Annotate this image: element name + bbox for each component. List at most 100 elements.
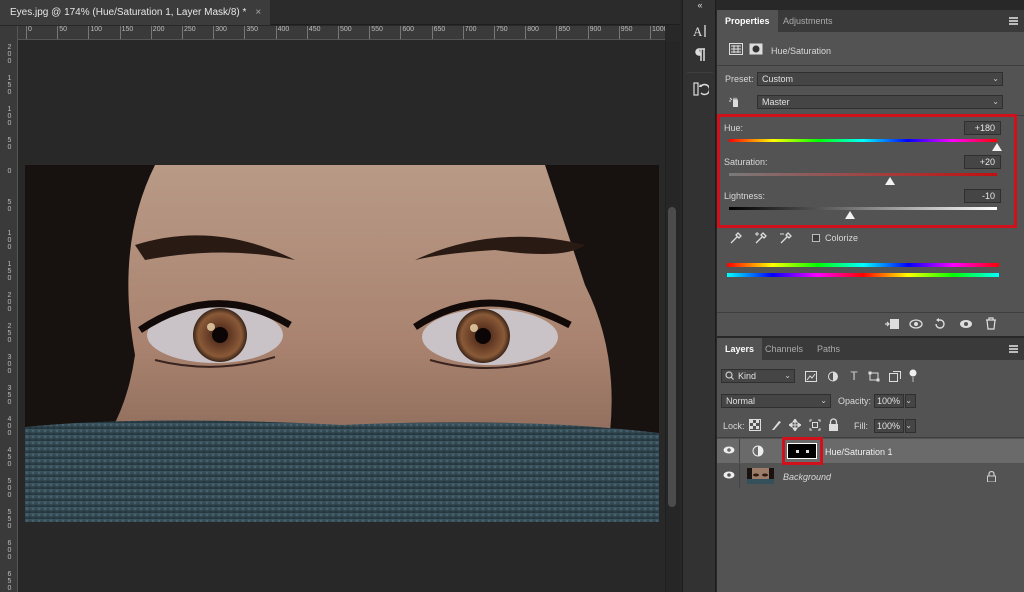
ruler-tick-label: 0 <box>7 168 12 175</box>
vertical-ruler[interactable]: 200 150 100 50 0 50 100 150 200 250 300 350 400 450 50… <box>0 26 18 592</box>
ruler-tick-label: 900 <box>587 26 602 39</box>
dock-divider <box>687 72 713 73</box>
type-layer-filter-icon[interactable]: T <box>848 370 860 382</box>
ruler-tick-label: 500 <box>338 26 352 39</box>
chevron-down-icon: ⌄ <box>992 74 999 83</box>
visibility-eye-icon[interactable] <box>723 445 735 457</box>
chevron-down-icon: ⌄ <box>905 421 912 430</box>
colorize-checkbox[interactable] <box>812 234 820 242</box>
layer-row-background[interactable]: Background <box>717 464 1024 488</box>
collapse-icon[interactable]: « <box>691 0 709 10</box>
panel-menu-icon[interactable] <box>1009 345 1018 353</box>
properties-divider <box>717 312 1024 313</box>
ruler-tick-label: 550 <box>7 509 12 530</box>
lock-all-icon[interactable] <box>828 418 839 431</box>
ruler-tick-label: 100 <box>7 106 12 127</box>
ruler-tick-label: 650 <box>7 571 12 592</box>
fill-slider-toggle[interactable]: ⌄ <box>905 419 916 433</box>
preset-value: Custom <box>762 74 794 84</box>
mask-link-icon[interactable] <box>778 440 781 462</box>
add-to-sample-eyedropper-icon[interactable] <box>754 231 768 245</box>
preset-label: Preset: <box>725 74 754 84</box>
layer-thumbnail[interactable] <box>747 468 774 484</box>
chevron-down-icon: ⌄ <box>905 396 912 405</box>
ruler-tick-label: 600 <box>7 540 12 561</box>
tab-paths[interactable]: Paths <box>809 338 848 360</box>
ruler-tick-label: 650 <box>431 26 446 39</box>
history-icon[interactable] <box>691 80 711 98</box>
properties-panel: Properties Adjustments Hue/Saturation Pr… <box>717 10 1024 336</box>
character-icon[interactable]: A <box>691 22 709 40</box>
layer-row-divider <box>739 464 740 488</box>
filter-toggle-icon[interactable] <box>908 369 918 383</box>
ruler-tick-label: 250 <box>7 323 12 344</box>
tab-layers[interactable]: Layers <box>717 338 763 360</box>
subtract-from-sample-eyedropper-icon[interactable] <box>779 231 793 245</box>
ruler-tick-label: 950 <box>618 26 633 39</box>
panel-menu-icon[interactable] <box>1009 17 1018 25</box>
properties-divider <box>717 65 1024 66</box>
channel-dropdown[interactable]: Master ⌄ <box>757 95 1003 109</box>
lock-label: Lock: <box>723 421 745 431</box>
reset-icon[interactable] <box>933 318 947 330</box>
lock-transparent-pixels-icon[interactable] <box>749 419 761 431</box>
opacity-label: Opacity: <box>838 396 872 406</box>
layer-filter-dropdown[interactable]: Kind ⌄ <box>721 369 795 383</box>
ruler-tick-label: 350 <box>7 385 12 406</box>
chevron-down-icon: ⌄ <box>784 371 791 380</box>
layer-name[interactable]: Background <box>783 472 831 482</box>
pixel-layer-filter-icon[interactable] <box>805 371 817 382</box>
adjustment-layer-filter-icon[interactable] <box>827 371 839 382</box>
visibility-eye-icon[interactable] <box>959 318 973 330</box>
prevent-autonest-icon[interactable] <box>809 419 821 431</box>
paragraph-icon[interactable] <box>691 46 709 64</box>
chevron-down-icon: ⌄ <box>992 97 999 106</box>
ruler-tick-label: 200 <box>7 44 12 65</box>
lock-image-pixels-icon[interactable] <box>770 419 782 431</box>
ruler-tick-label: 0 <box>26 26 32 39</box>
layer-name[interactable]: Hue/Saturation 1 <box>825 447 893 457</box>
document-tab-bar: Eyes.jpg @ 174% (Hue/Saturation 1, Layer… <box>0 0 680 25</box>
layers-divider <box>717 437 1024 438</box>
horizontal-ruler[interactable]: 0 50 100 150 200 250 300 350 400 450 500 550 600 650 7… <box>18 26 665 40</box>
adjustment-layer-icon[interactable] <box>729 43 743 55</box>
ruler-tick-label: 150 <box>7 261 12 282</box>
clip-to-layer-icon[interactable] <box>884 318 900 330</box>
properties-tabbar: Properties Adjustments <box>717 10 1024 32</box>
trash-icon[interactable] <box>985 317 997 330</box>
document-tab-title: Eyes.jpg @ 174% (Hue/Saturation 1, Layer… <box>10 7 247 18</box>
opacity-field[interactable]: 100% <box>874 394 904 408</box>
lock-icon <box>987 470 996 483</box>
ruler-tick-label: 150 <box>7 75 12 96</box>
smart-object-filter-icon[interactable] <box>889 371 901 382</box>
chevron-down-icon: ⌄ <box>820 396 827 405</box>
layers-tabbar: Layers Channels Paths <box>717 338 1024 360</box>
ruler-tick-label: 150 <box>119 26 134 39</box>
ruler-tick-label: 450 <box>7 447 12 468</box>
view-previous-state-icon[interactable] <box>908 318 924 330</box>
scrollbar-thumb[interactable] <box>668 207 676 507</box>
layer-row-hue-saturation[interactable]: Hue/Saturation 1 <box>717 437 1024 465</box>
ruler-tick-label: 800 <box>525 26 539 39</box>
eyedropper-icon[interactable] <box>729 231 743 245</box>
ruler-tick-label: 50 <box>7 199 12 213</box>
targeted-adjustment-hand-icon[interactable] <box>727 94 745 108</box>
close-icon[interactable]: × <box>255 7 261 18</box>
visibility-eye-icon[interactable] <box>723 470 735 482</box>
fill-label: Fill: <box>854 421 868 431</box>
fill-field[interactable]: 100% <box>874 419 904 433</box>
document-image[interactable] <box>25 165 659 522</box>
document-tab[interactable]: Eyes.jpg @ 174% (Hue/Saturation 1, Layer… <box>0 0 270 25</box>
shape-layer-filter-icon[interactable] <box>868 371 880 382</box>
tab-adjustments[interactable]: Adjustments <box>775 10 841 32</box>
mask-icon[interactable] <box>749 43 763 55</box>
tab-properties[interactable]: Properties <box>717 10 778 32</box>
blend-mode-dropdown[interactable]: Normal ⌄ <box>721 394 831 408</box>
tab-channels[interactable]: Channels <box>757 338 811 360</box>
hue-saturation-adjustment-icon <box>752 445 764 457</box>
search-icon <box>725 370 734 385</box>
opacity-slider-toggle[interactable]: ⌄ <box>905 394 916 408</box>
lock-position-icon[interactable] <box>788 418 802 432</box>
preset-dropdown[interactable]: Custom ⌄ <box>757 72 1003 86</box>
ruler-tick-label: 100 <box>88 26 103 39</box>
